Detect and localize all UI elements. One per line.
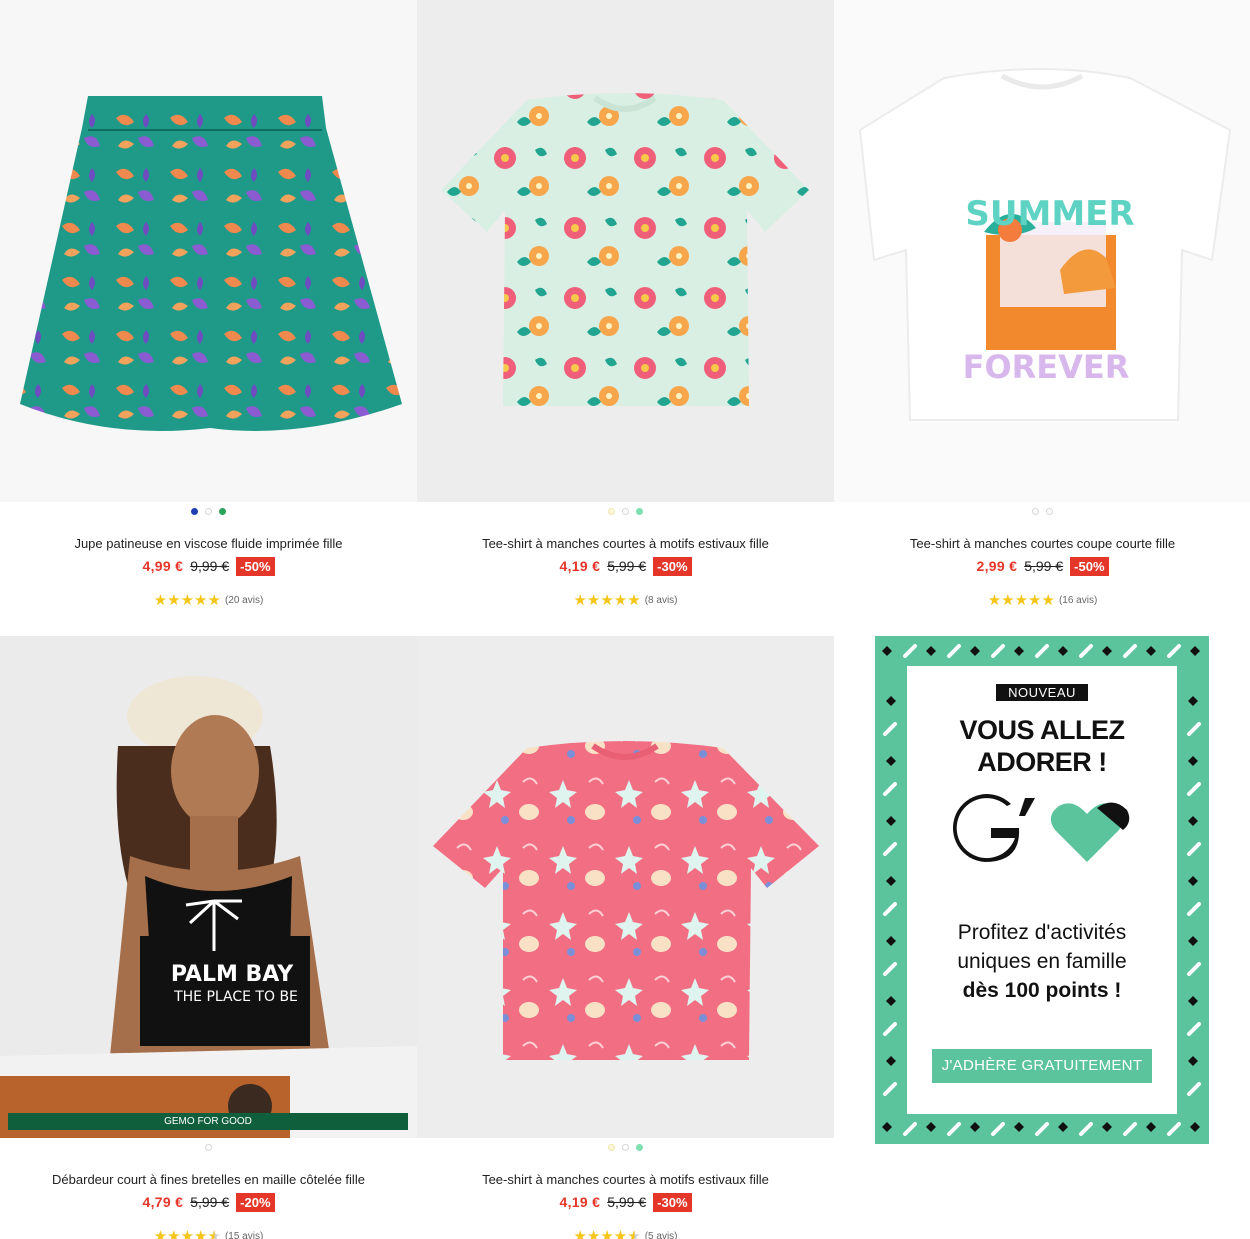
rating[interactable]: ★★★★★ (16 avis) bbox=[834, 592, 1250, 609]
swatch[interactable] bbox=[636, 1143, 643, 1151]
promo-text-line-3: dès 100 points ! bbox=[962, 979, 1122, 1002]
headline-line-2: ADORER ! bbox=[977, 747, 1107, 777]
product-title[interactable]: Jupe patineuse en viscose fluide imprimé… bbox=[0, 536, 417, 552]
print-summer: SUMMER bbox=[965, 194, 1134, 234]
new-badge: NOUVEAU bbox=[996, 684, 1088, 701]
review-count: (15 avis) bbox=[224, 1230, 264, 1239]
discount-badge: -20% bbox=[236, 1192, 275, 1212]
product-image-seashell-tee[interactable] bbox=[417, 636, 834, 1138]
star-rating-icon: ★★★★★ bbox=[573, 592, 641, 609]
swatch[interactable] bbox=[622, 1143, 629, 1151]
old-price: 5,99 € bbox=[607, 558, 647, 574]
product-image-hibiscus-tee[interactable] bbox=[417, 0, 834, 502]
promo-card: NOUVEAU VOUS ALLEZ ADORER ! Profitez d'a… bbox=[907, 666, 1177, 1114]
product-card[interactable]: Jupe patineuse en viscose fluide imprimé… bbox=[0, 0, 417, 609]
swatch[interactable] bbox=[219, 507, 226, 515]
current-price: 4,19 € bbox=[559, 558, 601, 574]
swatch[interactable] bbox=[205, 507, 212, 515]
swatch[interactable] bbox=[191, 507, 198, 515]
price-row: 4,19 € 5,99 € -30% bbox=[417, 556, 834, 576]
review-count: (16 avis) bbox=[1058, 594, 1098, 606]
loyalty-promo-banner[interactable]: NOUVEAU VOUS ALLEZ ADORER ! Profitez d'a… bbox=[875, 636, 1209, 1144]
product-image-summer-tee[interactable]: SUMMER FOREVER bbox=[834, 0, 1250, 502]
review-count: (20 avis) bbox=[224, 594, 264, 606]
promo-text-line-2: uniques en famille bbox=[957, 950, 1127, 973]
color-swatches[interactable] bbox=[0, 504, 417, 518]
discount-badge: -30% bbox=[653, 556, 692, 576]
headline-line-1: VOUS ALLEZ bbox=[959, 715, 1125, 745]
old-price: 5,99 € bbox=[190, 1194, 230, 1210]
swatch[interactable] bbox=[205, 1143, 212, 1151]
color-swatches[interactable] bbox=[834, 504, 1250, 518]
product-image-tank-top[interactable]: PALM BAY THE PLACE TO BE GEMO FOR GOOD bbox=[0, 636, 417, 1138]
join-free-button[interactable]: J'ADHÈRE GRATUITEMENT bbox=[932, 1049, 1152, 1083]
discount-badge: -50% bbox=[236, 556, 275, 576]
rating[interactable]: ★★★★★ (15 avis) bbox=[0, 1228, 417, 1239]
price-row: 4,79 € 5,99 € -20% bbox=[0, 1192, 417, 1212]
old-price: 5,99 € bbox=[607, 1194, 647, 1210]
rating[interactable]: ★★★★★ (5 avis) bbox=[417, 1228, 834, 1239]
current-price: 4,99 € bbox=[142, 558, 184, 574]
swatch[interactable] bbox=[608, 507, 615, 515]
product-title[interactable]: Débardeur court à fines bretelles en mai… bbox=[0, 1172, 417, 1188]
review-count: (8 avis) bbox=[644, 594, 678, 606]
old-price: 9,99 € bbox=[190, 558, 230, 574]
product-title[interactable]: Tee-shirt à manches courtes coupe courte… bbox=[834, 536, 1250, 552]
discount-badge: -30% bbox=[653, 1192, 692, 1212]
product-title[interactable]: Tee-shirt à manches courtes à motifs est… bbox=[417, 1172, 834, 1188]
product-card[interactable]: PALM BAY THE PLACE TO BE GEMO FOR GOOD D… bbox=[0, 636, 417, 1239]
star-rating-icon: ★★★★★ bbox=[573, 1227, 640, 1239]
print-palm-bay: PALM BAY bbox=[171, 962, 294, 987]
gemo-for-good-badge: GEMO FOR GOOD bbox=[8, 1113, 408, 1130]
swatch[interactable] bbox=[622, 507, 629, 515]
price-row: 2,99 € 5,99 € -50% bbox=[834, 556, 1250, 576]
star-rating-icon: ★★★★★ bbox=[153, 592, 221, 609]
discount-badge: -50% bbox=[1070, 556, 1109, 576]
print-place: THE PLACE TO BE bbox=[173, 989, 298, 1005]
star-rating-icon: ★★★★★ bbox=[154, 1227, 221, 1239]
price-row: 4,19 € 5,99 € -30% bbox=[417, 1192, 834, 1212]
current-price: 4,79 € bbox=[142, 1194, 184, 1210]
current-price: 2,99 € bbox=[976, 558, 1018, 574]
product-card[interactable]: Tee-shirt à manches courtes à motifs est… bbox=[417, 0, 834, 609]
price-row: 4,99 € 9,99 € -50% bbox=[0, 556, 417, 576]
rating[interactable]: ★★★★★ (8 avis) bbox=[417, 592, 834, 609]
promo-description: Profitez d'activités uniques en famille … bbox=[907, 918, 1177, 1005]
color-swatches[interactable] bbox=[417, 1140, 834, 1154]
swatch[interactable] bbox=[1032, 507, 1039, 515]
color-swatches[interactable] bbox=[0, 1140, 417, 1154]
promo-text-line-1: Profitez d'activités bbox=[957, 921, 1127, 944]
product-image-skirt[interactable] bbox=[0, 0, 417, 502]
g-heart-logo bbox=[907, 792, 1177, 870]
print-forever: FOREVER bbox=[963, 348, 1130, 386]
swatch[interactable] bbox=[636, 507, 643, 515]
rating[interactable]: ★★★★★ (20 avis) bbox=[0, 592, 417, 609]
promo-headline: VOUS ALLEZ ADORER ! bbox=[907, 714, 1177, 778]
star-rating-icon: ★★★★★ bbox=[987, 592, 1055, 609]
old-price: 5,99 € bbox=[1024, 558, 1064, 574]
review-count: (5 avis) bbox=[644, 1230, 678, 1239]
color-swatches[interactable] bbox=[417, 504, 834, 518]
product-card[interactable]: Tee-shirt à manches courtes à motifs est… bbox=[417, 636, 834, 1239]
swatch[interactable] bbox=[1046, 507, 1053, 515]
product-title[interactable]: Tee-shirt à manches courtes à motifs est… bbox=[417, 536, 834, 552]
current-price: 4,19 € bbox=[559, 1194, 601, 1210]
swatch[interactable] bbox=[608, 1143, 615, 1151]
product-card[interactable]: SUMMER FOREVER Tee-shirt à manches court… bbox=[834, 0, 1250, 609]
